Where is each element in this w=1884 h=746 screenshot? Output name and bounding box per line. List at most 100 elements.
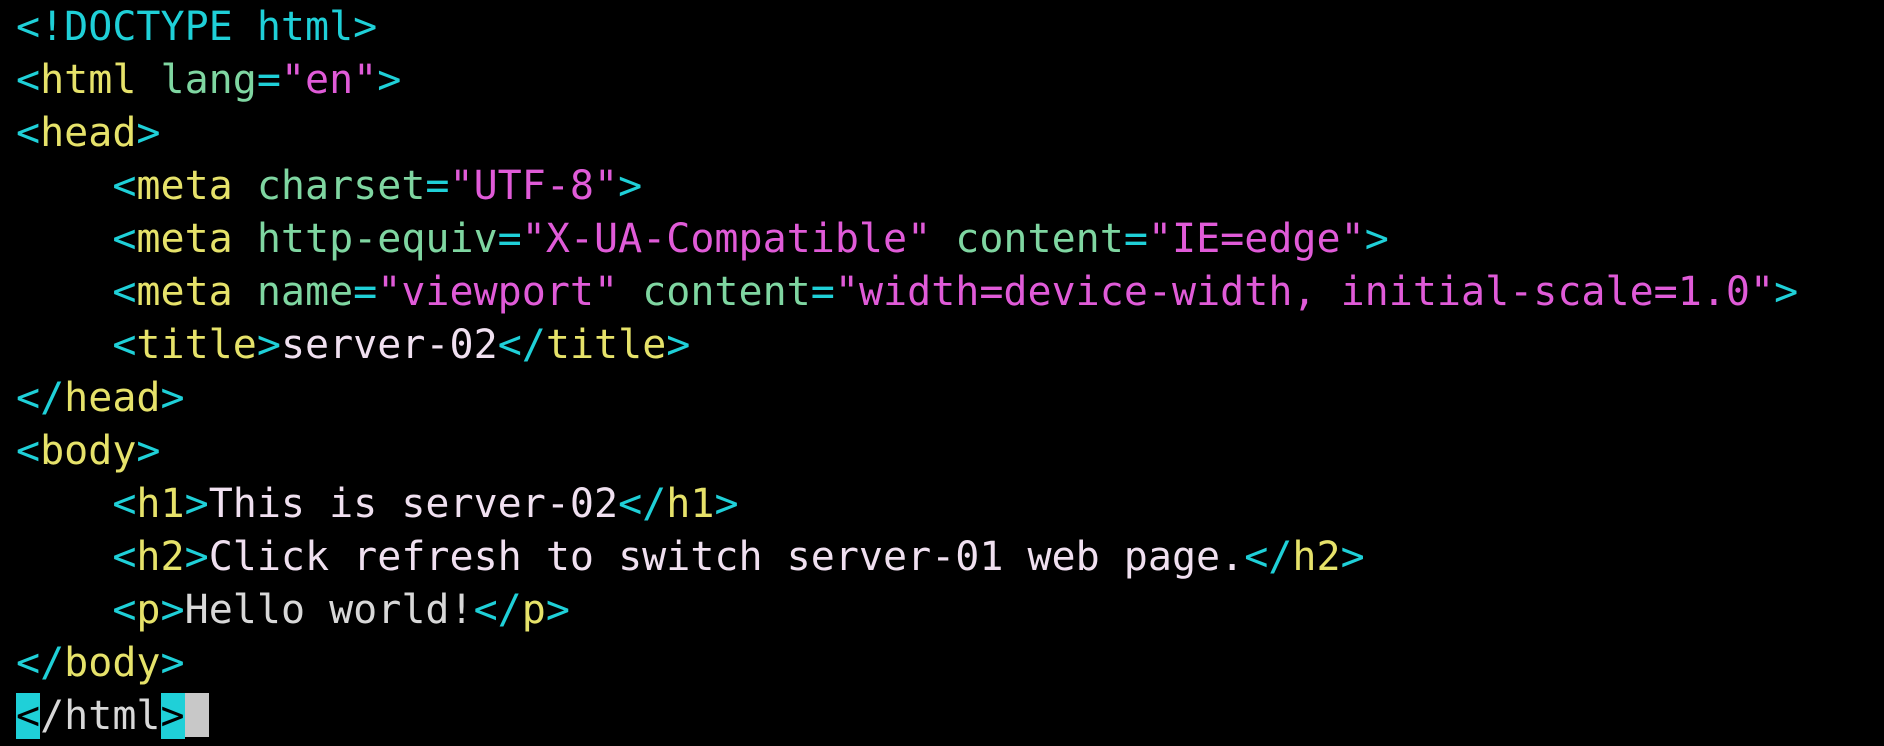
code-token: h1	[136, 481, 185, 527]
code-token: meta	[136, 269, 233, 315]
code-token: html	[40, 57, 137, 103]
code-token: </	[16, 375, 65, 421]
code-token: <	[112, 163, 137, 209]
code-line[interactable]: <body>	[16, 426, 1884, 479]
code-token: >	[160, 375, 185, 421]
code-token: "X-UA-Compatible"	[521, 216, 932, 262]
code-token: <	[112, 269, 137, 315]
code-token: </	[497, 322, 546, 368]
code-token: name	[256, 269, 354, 315]
code-line[interactable]: <meta charset="UTF-8">	[16, 161, 1884, 214]
code-token: <	[112, 322, 137, 368]
code-token: "IE=edge"	[1147, 216, 1365, 262]
code-token: Hello world!	[184, 587, 474, 633]
code-token: head	[40, 110, 137, 156]
code-line[interactable]: <html lang="en">	[16, 55, 1884, 108]
code-token: =	[810, 269, 835, 315]
code-token: <	[112, 216, 137, 262]
code-token: >	[1774, 269, 1799, 315]
code-token: =	[256, 57, 281, 103]
code-token: =	[497, 216, 522, 262]
code-token: <!DOCTYPE html>	[16, 4, 378, 50]
code-token: p	[521, 587, 546, 633]
code-token: </	[1244, 534, 1293, 580]
text-cursor	[184, 693, 209, 737]
code-token: </	[618, 481, 667, 527]
code-line[interactable]: <meta name="viewport" content="width=dev…	[16, 267, 1884, 320]
code-token: >	[136, 428, 161, 474]
code-token: >	[160, 587, 185, 633]
code-token: >	[545, 587, 570, 633]
code-token: <	[112, 587, 137, 633]
code-token: head	[64, 375, 161, 421]
code-token: Click refresh to switch server-01 web pa…	[208, 534, 1245, 580]
code-token: This is server-02	[208, 481, 619, 527]
code-token: lang	[160, 57, 257, 103]
code-line[interactable]: <head>	[16, 108, 1884, 161]
matched-bracket: >	[160, 693, 185, 739]
code-token: >	[377, 57, 402, 103]
code-token: =	[353, 269, 378, 315]
code-token: =	[1123, 216, 1148, 262]
code-editor[interactable]: <!DOCTYPE html> <html lang="en"> <head> <m…	[0, 0, 1884, 746]
code-token: content	[642, 269, 811, 315]
code-token: >	[184, 481, 209, 527]
code-line[interactable]: <p>Hello world!</p>	[16, 585, 1884, 638]
code-line[interactable]: <title>server-02</title>	[16, 320, 1884, 373]
code-token: h1	[666, 481, 715, 527]
code-token: <	[112, 534, 137, 580]
code-token: h2	[1292, 534, 1341, 580]
code-token: server-02	[280, 322, 498, 368]
code-token: "width=device-width, initial-scale=1.0"	[834, 269, 1775, 315]
code-line[interactable]: <h1>This is server-02</h1>	[16, 479, 1884, 532]
code-token: >	[136, 110, 161, 156]
code-token: title	[545, 322, 667, 368]
code-line[interactable]: <!DOCTYPE html>	[16, 2, 1884, 55]
code-token: >	[618, 163, 643, 209]
code-line[interactable]: </html>	[16, 691, 1884, 744]
code-line[interactable]: <h2>Click refresh to switch server-01 we…	[16, 532, 1884, 585]
code-token: >	[256, 322, 281, 368]
code-token: meta	[136, 216, 233, 262]
code-token: <	[16, 428, 41, 474]
code-token: <	[16, 110, 41, 156]
code-token: "UTF-8"	[449, 163, 619, 209]
code-line[interactable]: </head>	[16, 373, 1884, 426]
code-token: p	[136, 587, 161, 633]
code-token: title	[136, 322, 257, 368]
code-token: >	[666, 322, 691, 368]
code-token: h2	[136, 534, 185, 580]
code-token: >	[714, 481, 739, 527]
code-token: <	[112, 481, 137, 527]
code-token: content	[955, 216, 1124, 262]
code-token: </	[16, 640, 65, 686]
code-token: http-equiv	[256, 216, 498, 262]
code-token: <	[16, 57, 41, 103]
code-line[interactable]: </body>	[16, 638, 1884, 691]
matched-bracket: <	[16, 693, 41, 739]
code-token: body	[64, 640, 161, 686]
code-line[interactable]: <meta http-equiv="X-UA-Compatible" conte…	[16, 214, 1884, 267]
code-token: >	[1340, 534, 1365, 580]
code-token: </	[473, 587, 522, 633]
code-token: "viewport"	[377, 269, 619, 315]
code-token: body	[40, 428, 137, 474]
code-token: >	[184, 534, 209, 580]
code-token: >	[160, 640, 185, 686]
code-token: /html	[40, 693, 161, 739]
code-token: charset	[256, 163, 426, 209]
code-token: >	[1364, 216, 1389, 262]
